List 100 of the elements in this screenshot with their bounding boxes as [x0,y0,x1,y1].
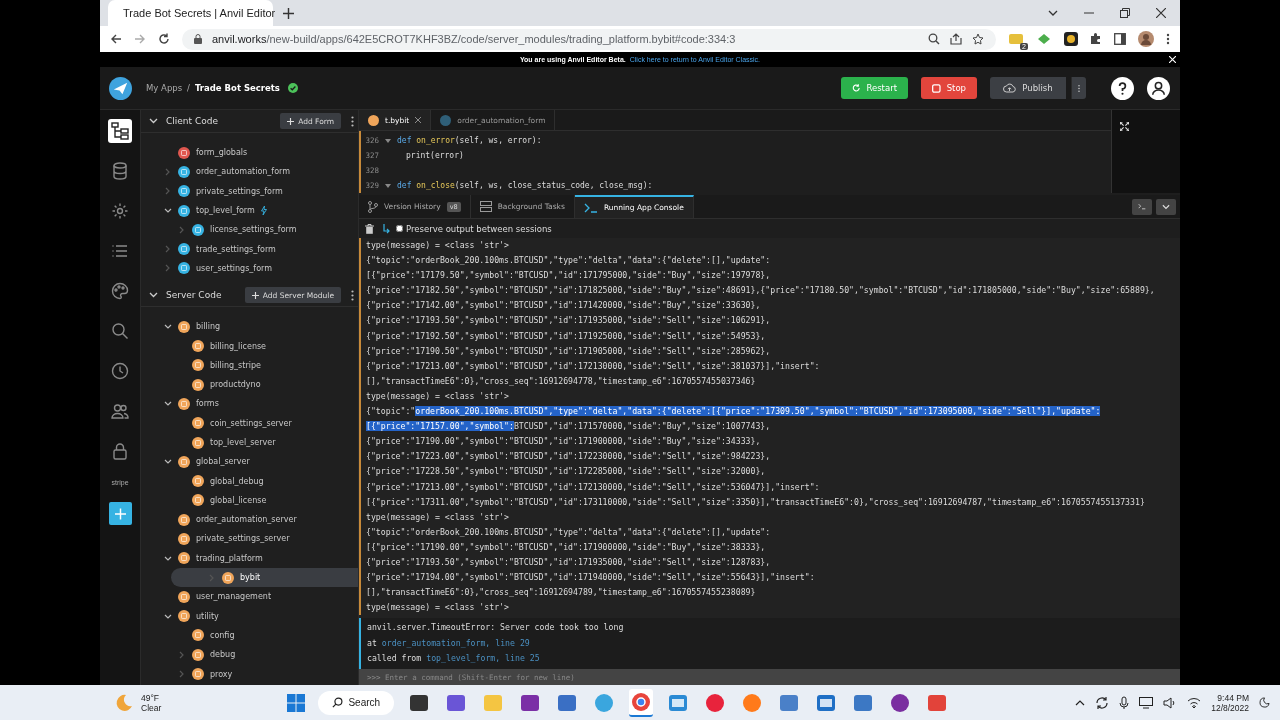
chevron-down-icon[interactable] [163,613,172,619]
tree-item[interactable]: user_settings_form [141,258,358,279]
fold-icon[interactable] [385,138,391,143]
console-line: {"price":"17182.50","symbol":"BTCUSD","id":171825000,"side":"Buy","size":48691},{"price":"17180.50","symbol":"BTCUSD","id":171805000,"side":"Buy","size":65889}, [366,284,1156,298]
trace-link[interactable]: order_automation_form, line 29 [381,635,530,652]
side-panel-icon[interactable] [1114,33,1126,45]
tree-item[interactable]: order_automation_form [141,162,358,182]
form-icon [178,243,190,256]
new-tab-icon[interactable] [283,7,294,19]
scroll-down-icon[interactable] [383,223,390,234]
clock-date[interactable]: 12/8/2022 [1211,702,1249,713]
breadcrumb-link[interactable]: My Apps [146,83,183,93]
fold-icon[interactable] [385,183,391,188]
tree-item[interactable]: top_level_form [141,200,358,221]
tree-item[interactable]: license_settings_form [141,220,358,240]
share-icon[interactable] [950,33,962,45]
tree-item[interactable]: global_debug [141,471,358,491]
trace-prefix: at [367,636,377,650]
tree-item[interactable]: forms [141,394,358,414]
tree-item[interactable]: order_automation_server [141,510,358,530]
console-line: {"price":"17193.50","symbol":"BTCUSD","id":171935000,"side":"Sell","size":128783}, [366,555,772,569]
tree-item[interactable]: billing [141,317,358,337]
puzzle-icon[interactable] [1090,33,1102,45]
chevron-down-icon[interactable] [163,208,172,214]
module-icon [192,648,204,661]
tree-item[interactable]: bybit [171,567,358,588]
tree-item[interactable]: productdyno [141,374,358,395]
sync-icon[interactable] [1095,695,1110,710]
chevron-down-icon[interactable] [163,324,172,330]
chevron-down-icon[interactable] [1048,10,1058,16]
tree-item[interactable]: debug [141,645,358,665]
trash-icon[interactable] [365,223,374,234]
console-line: {"price":"17142.00","symbol":"BTCUSD","id":171420000,"side":"Buy","size":33630}, [366,299,762,313]
help-icon[interactable] [1111,76,1134,100]
extension-icon[interactable] [1008,32,1024,46]
tree-item[interactable]: trade_settings_form [141,239,358,259]
stop-button[interactable]: Stop [921,77,977,99]
logo-icon[interactable] [109,76,132,100]
trace-link[interactable]: top_level_form, line 25 [426,651,540,667]
clock-time[interactable]: 9:44 PM [1217,692,1249,703]
monitor-icon[interactable] [1139,696,1154,709]
module-icon [178,146,190,159]
tree-item[interactable]: global_server [141,452,358,472]
form-icon [192,223,204,236]
tree-item[interactable]: global_license [141,490,358,511]
kebab-icon[interactable] [351,289,354,301]
network-icon[interactable] [1187,696,1202,709]
console-line: {"price":"17228.50","symbol":"BTCUSD","id":172285000,"side":"Sell","size":32000}, [366,465,767,479]
expand-icon[interactable] [1120,122,1129,131]
tree-item[interactable]: config [141,625,358,646]
user-icon[interactable] [1147,76,1170,100]
collapse-button[interactable] [1156,198,1176,215]
preserve-checkbox[interactable] [396,225,403,232]
avatar-icon[interactable] [1138,31,1154,47]
tree-item[interactable]: top_level_server [141,432,358,453]
reload-icon[interactable] [158,33,170,45]
tree-item[interactable]: billing_stripe [141,355,358,375]
add-button[interactable] [108,502,132,525]
console-line: {"price":"17213.00","symbol":"BTCUSD","id":172130000,"side":"Sell","size":536047}],"insert": [366,480,821,494]
tree-item[interactable]: billing_license [141,336,358,356]
restore-icon[interactable] [1120,8,1130,18]
tree-item[interactable]: private_settings_server [141,529,358,549]
address-field[interactable]: anvil.works/new-build/apps/642E5CROT7KHF3BZ/code/server_modules/trading_platform.bybit#code:334:3 [182,28,996,50]
chevron-up-icon[interactable] [1075,699,1086,706]
tree-item[interactable]: proxy [141,664,358,684]
console-line: {"price":"17193.50","symbol":"BTCUSD","id":171935000,"side":"Sell","size":106291}, [366,314,772,328]
tree-item[interactable]: private_settings_form [141,181,358,201]
module-icon [368,114,379,126]
kebab-icon[interactable] [351,115,354,127]
moon-icon[interactable] [1259,697,1270,708]
browser-icon[interactable] [629,688,654,717]
terminal-button[interactable] [1132,198,1152,215]
console-line: [{"price":"17157.00","symbol":BTCUSD","id":171570000,"side":"Buy","size":1007743}, [366,420,772,434]
tree-item[interactable]: form_globals [141,143,358,163]
back-icon[interactable] [110,33,122,45]
microphone-icon[interactable] [1119,695,1130,710]
chevron-down-icon[interactable] [163,555,172,561]
browser-tab[interactable]: Trade Bot Secrets | Anvil Editor [108,0,273,26]
chevron-down-icon[interactable] [163,459,172,465]
windows-icon[interactable] [287,693,306,712]
publish-button[interactable]: Publish [990,77,1066,99]
extension-icon[interactable] [1064,32,1078,46]
kebab-icon[interactable] [1166,33,1170,45]
module-icon [222,571,234,584]
search-button[interactable]: Search [318,690,395,715]
close-icon[interactable] [1156,8,1166,18]
moon-icon [114,692,134,713]
tree-icon[interactable] [108,119,132,143]
module-icon [192,378,204,391]
tree-item[interactable]: user_management [141,587,358,607]
module-icon [192,475,204,488]
module-icon [178,320,190,333]
star-icon[interactable] [972,33,984,45]
tree-item[interactable]: utility [141,606,358,626]
chevron-down-icon[interactable] [163,401,172,407]
tree-item[interactable]: trading_platform [141,548,358,568]
zoom-icon[interactable] [928,33,940,45]
tree-item[interactable]: coin_settings_server [141,413,358,433]
module-icon [178,552,190,565]
form-icon [440,114,452,126]
